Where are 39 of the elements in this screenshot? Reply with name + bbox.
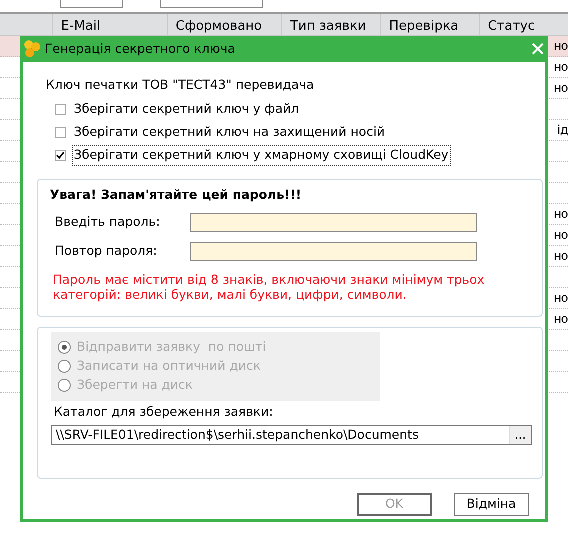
radio-label: Записати на оптичний диск (77, 356, 261, 375)
checkbox[interactable] (55, 150, 66, 161)
column-header[interactable]: Тип заявки (281, 14, 380, 35)
directory-field[interactable]: \\SRV-FILE01\redirection$\serhii.stepanchenko\Documents ... (51, 425, 532, 446)
table-cell-text: но (554, 80, 568, 97)
password-field[interactable] (190, 242, 477, 260)
table-cell-text: но (554, 59, 568, 76)
checkbox[interactable] (55, 104, 66, 115)
close-icon[interactable] (532, 43, 544, 55)
directory-label: Каталог для збереження заявки: (53, 402, 274, 421)
search-field[interactable] (60, 0, 123, 8)
browse-button[interactable]: ... (509, 426, 531, 444)
field-label: Введіть пароль: (54, 212, 162, 231)
checkbox[interactable] (55, 126, 66, 138)
column-header[interactable]: Сформовано (166, 14, 282, 35)
column-header[interactable]: E-Mail (52, 14, 167, 35)
table-cell-text: но (554, 248, 568, 265)
radio-label: Зберегти на диск (77, 376, 193, 394)
table-cell-text: но (554, 227, 568, 244)
radio-label: Відправити заявку по пошті (77, 338, 266, 356)
checkbox-label[interactable]: Зберігати секретний ключ у файл (72, 98, 302, 120)
field-label: Повтор пароля: (54, 242, 158, 260)
checkbox-label[interactable]: Зберігати секретний ключ на захищений носій (72, 122, 388, 143)
table-cell-text: ід (557, 122, 568, 139)
window-title: Генерація секретного ключа (45, 40, 236, 58)
dialog-subtitle: Ключ печатки ТОВ "ТЕСТ43" перевидача (45, 76, 316, 94)
table-cell-text: но (554, 290, 568, 307)
honeycomb-icon (22, 40, 42, 58)
checkbox-label[interactable]: Зберігати секретний ключ у хмарному сховищі CloudKey (72, 144, 451, 166)
password-hint: Пароль має містити від 8 знаків, включаючи знаки мінімум трьох категорій: великі букви, малі букви, цифри, символи. (52, 272, 486, 302)
table-cell-text: но (554, 38, 568, 55)
warning-text: Увага! Запам'ятайте цей пароль!!! (50, 186, 303, 204)
table-cell-text: но (554, 206, 568, 223)
column-header[interactable]: Перевірка (380, 14, 480, 35)
table-cell-text: но (554, 311, 568, 328)
password-field[interactable] (190, 212, 477, 232)
column-header[interactable]: Статус (479, 14, 568, 35)
filter-field[interactable] (160, 0, 263, 8)
dialog-button[interactable]: Відміна (454, 492, 529, 516)
